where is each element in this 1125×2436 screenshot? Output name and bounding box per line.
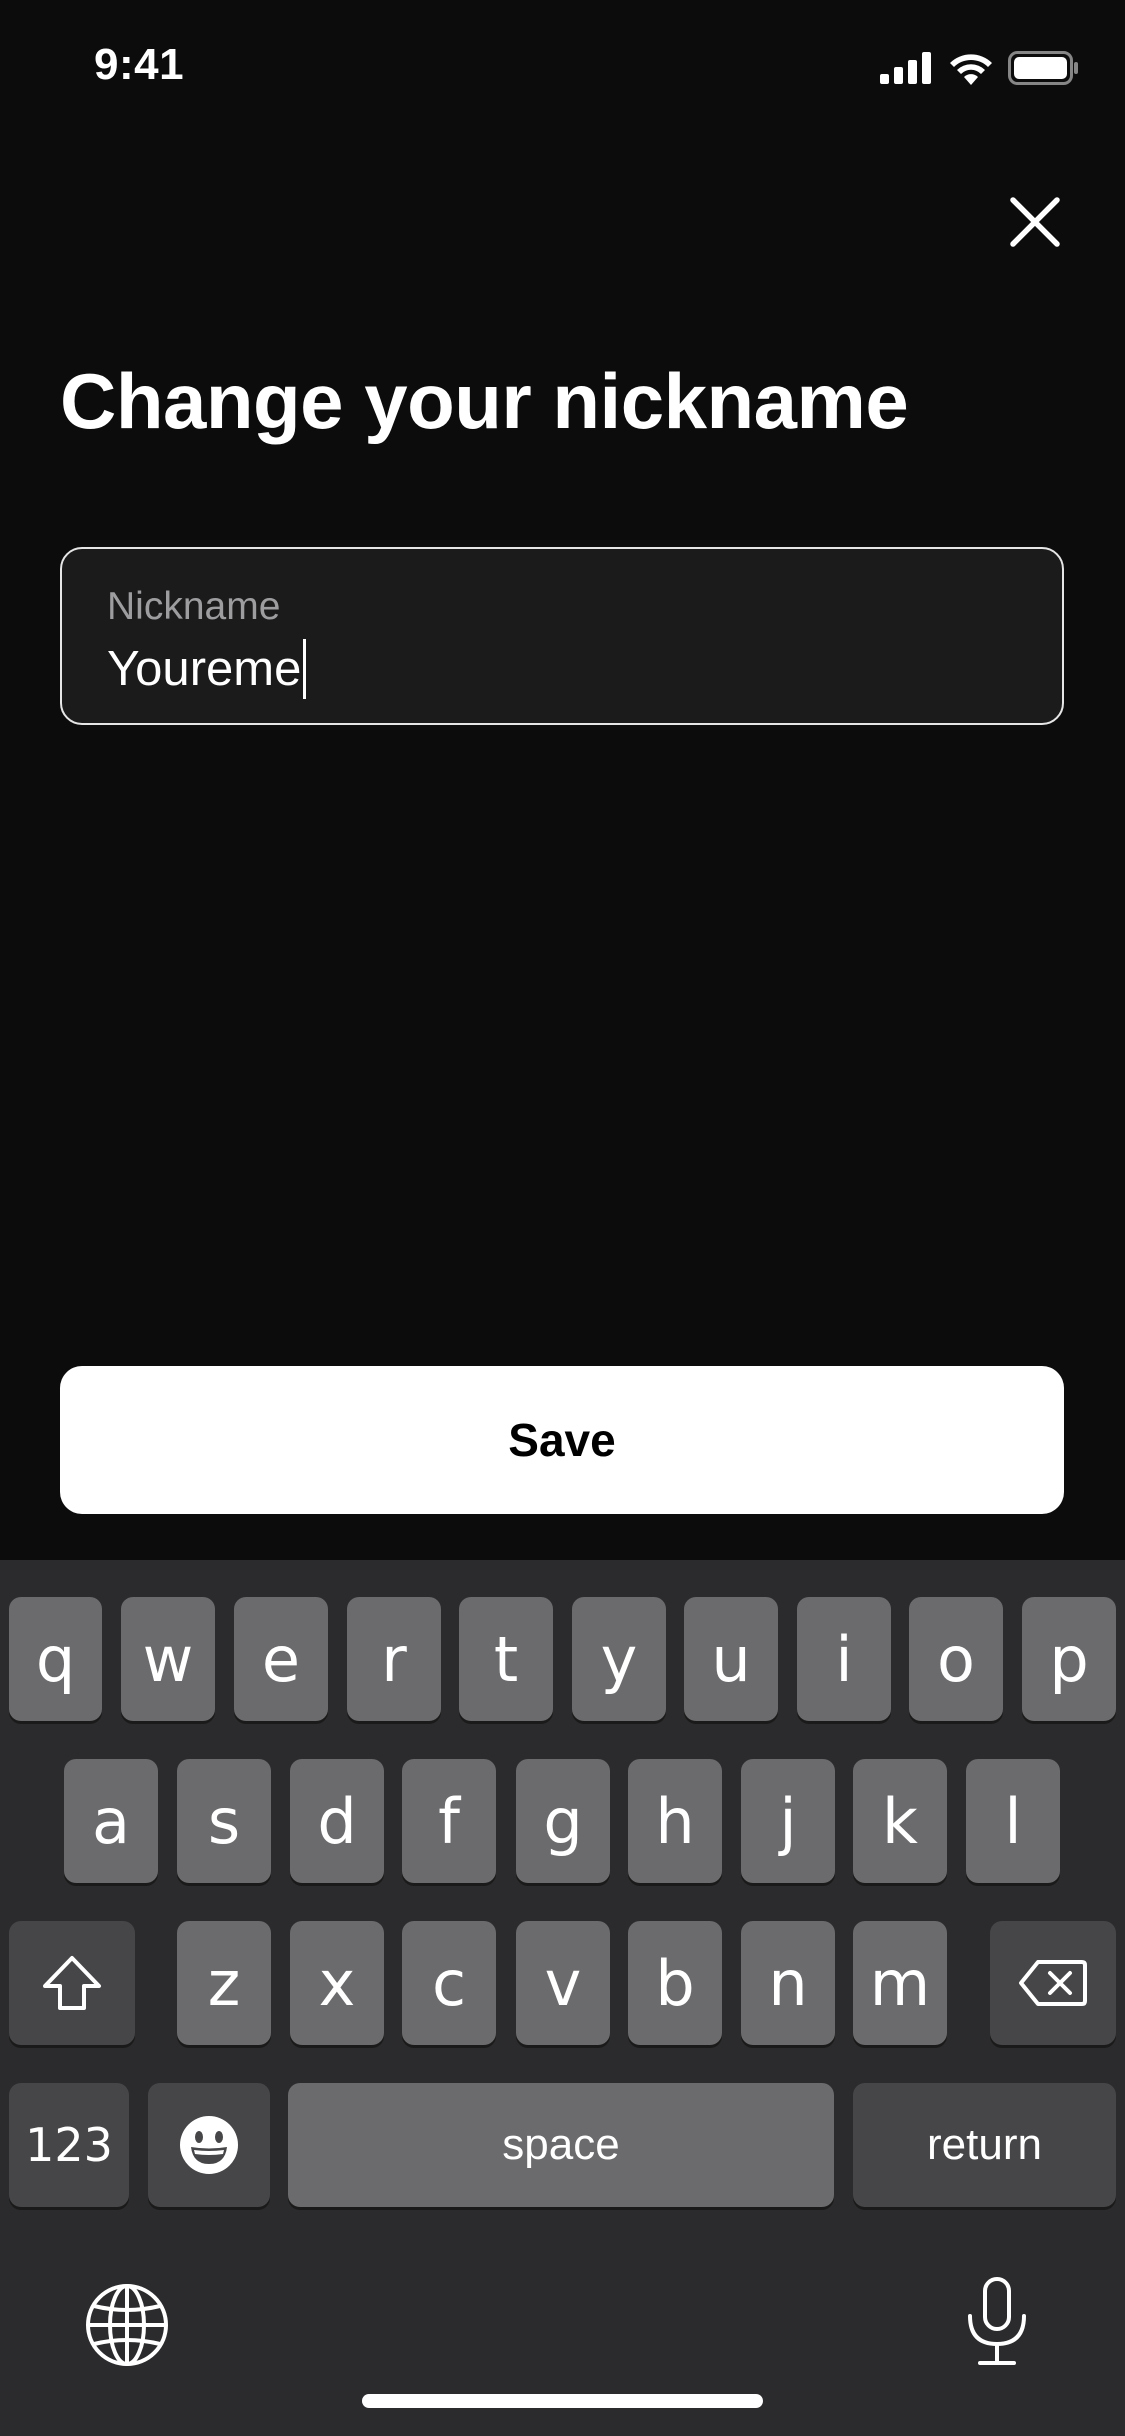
key-b[interactable]: b: [628, 1921, 722, 2045]
return-key[interactable]: return: [853, 2083, 1116, 2207]
key-r[interactable]: r: [347, 1597, 441, 1721]
key-j[interactable]: j: [741, 1759, 835, 1883]
text-caret: [303, 639, 307, 699]
emoji-key[interactable]: [148, 2083, 270, 2207]
key-m[interactable]: m: [853, 1921, 947, 2045]
numbers-key[interactable]: 123: [9, 2083, 129, 2207]
emoji-icon: [180, 2116, 238, 2174]
nickname-screen: 9:41 Change your nickname Nickname Youre…: [0, 0, 1125, 2436]
key-t[interactable]: t: [459, 1597, 553, 1721]
key-z[interactable]: z: [177, 1921, 271, 2045]
globe-button[interactable]: [84, 2282, 170, 2368]
close-icon: [1010, 197, 1060, 247]
key-g[interactable]: g: [516, 1759, 610, 1883]
wifi-icon: [950, 54, 992, 85]
shift-key[interactable]: [9, 1921, 135, 2045]
key-n[interactable]: n: [741, 1921, 835, 2045]
key-w[interactable]: w: [121, 1597, 215, 1721]
status-icons: [880, 48, 1080, 88]
space-key[interactable]: space: [288, 2083, 834, 2207]
nickname-value: Youreme: [107, 642, 302, 696]
microphone-button[interactable]: [962, 2276, 1032, 2368]
nickname-field[interactable]: Nickname Youreme: [60, 547, 1064, 725]
shift-icon: [43, 1956, 101, 2010]
key-y[interactable]: y: [572, 1597, 666, 1721]
key-q[interactable]: q: [9, 1597, 102, 1721]
key-o[interactable]: o: [909, 1597, 1003, 1721]
close-button[interactable]: [1005, 192, 1065, 252]
key-k[interactable]: k: [853, 1759, 947, 1883]
key-u[interactable]: u: [684, 1597, 778, 1721]
key-h[interactable]: h: [628, 1759, 722, 1883]
key-v[interactable]: v: [516, 1921, 610, 2045]
keyboard: q w e r t y u i o p a s d f g h j k l z …: [0, 1560, 1125, 2436]
backspace-icon: [1019, 1960, 1087, 2006]
microphone-icon: [968, 2277, 1026, 2365]
home-indicator[interactable]: [362, 2394, 763, 2408]
nickname-input[interactable]: Youreme: [107, 639, 307, 699]
key-x[interactable]: x: [290, 1921, 384, 2045]
battery-icon: [1008, 51, 1078, 85]
backspace-key[interactable]: [990, 1921, 1116, 2045]
key-p[interactable]: p: [1022, 1597, 1116, 1721]
nickname-field-label: Nickname: [107, 585, 281, 628]
key-d[interactable]: d: [290, 1759, 384, 1883]
key-a[interactable]: a: [64, 1759, 158, 1883]
key-e[interactable]: e: [234, 1597, 328, 1721]
key-f[interactable]: f: [402, 1759, 496, 1883]
signal-icon: [880, 52, 931, 84]
status-time: 9:41: [94, 40, 185, 89]
key-l[interactable]: l: [966, 1759, 1060, 1883]
key-c[interactable]: c: [402, 1921, 496, 2045]
globe-icon: [86, 2284, 168, 2366]
key-i[interactable]: i: [797, 1597, 891, 1721]
save-button[interactable]: Save: [60, 1366, 1064, 1514]
page-title: Change your nickname: [60, 357, 909, 445]
key-s[interactable]: s: [177, 1759, 271, 1883]
